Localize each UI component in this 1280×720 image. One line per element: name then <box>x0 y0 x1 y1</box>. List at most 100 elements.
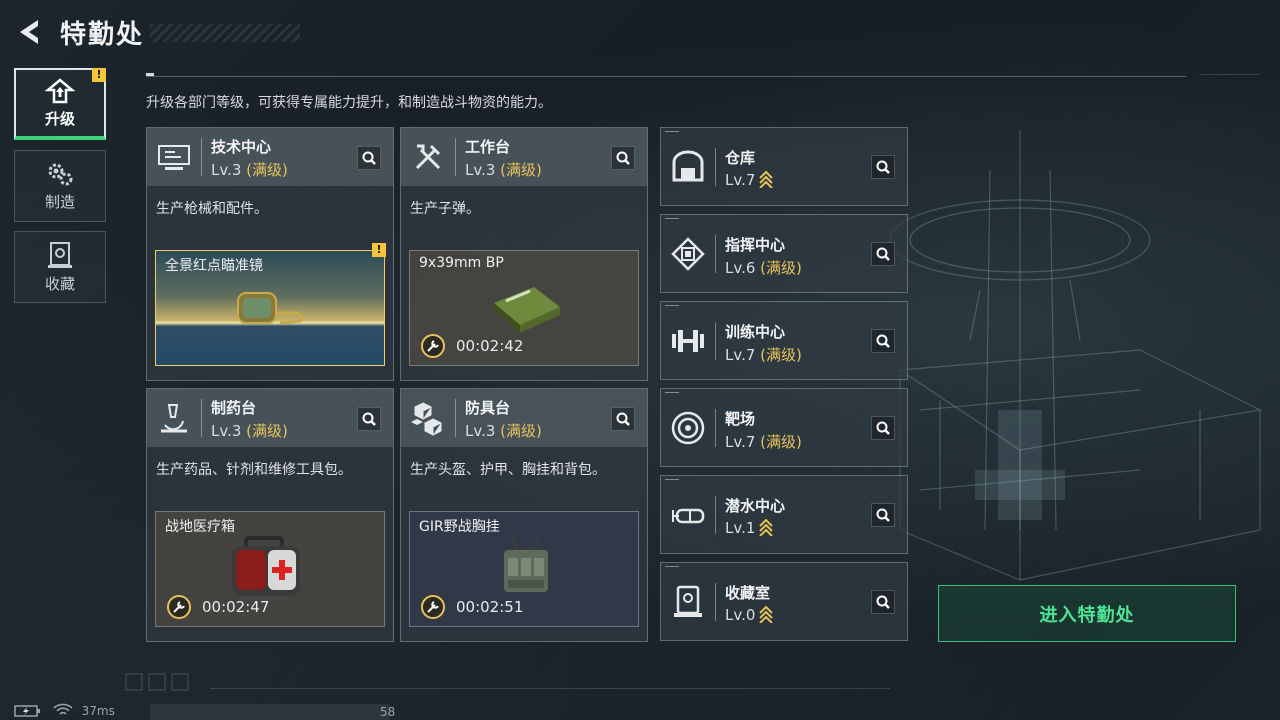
product-name: 战地医疗箱 <box>165 519 235 535</box>
wrench-timer-icon <box>421 595 445 619</box>
enter-special-ops-button[interactable]: 进入特勤处 <box>938 585 1236 642</box>
card-header: 防具台 Lv.3 (满级) <box>401 389 647 447</box>
department-card-tech-center[interactable]: 技术中心 Lv.3 (满级) 生产枪械和配件。 ! 全景红点瞄准镜 <box>146 127 394 381</box>
deco-squares <box>125 673 189 691</box>
search-button[interactable] <box>871 242 895 266</box>
search-button[interactable] <box>871 416 895 440</box>
search-button[interactable] <box>357 146 381 170</box>
magnifier-icon <box>876 160 890 174</box>
chip-icon <box>671 237 705 271</box>
wifi-icon <box>53 703 73 715</box>
decoration-line <box>210 688 890 689</box>
tools-icon <box>415 144 441 170</box>
search-button[interactable] <box>357 407 381 431</box>
medical-kit-image <box>232 536 300 596</box>
facility-level: Lv.7 <box>725 170 774 189</box>
facility-row-command-center[interactable]: 指挥中心 Lv.6 (满级) <box>660 214 908 293</box>
facility-level: Lv.0 <box>725 605 774 624</box>
production-timer: 00:02:47 <box>202 598 270 616</box>
row-marker <box>665 392 679 393</box>
maxed-label: (满级) <box>246 161 288 179</box>
magnifier-icon <box>876 508 890 522</box>
production-slot[interactable]: ! 全景红点瞄准镜 <box>155 243 386 366</box>
row-marker <box>665 566 679 567</box>
facility-name: 潜水中心 <box>725 497 786 515</box>
facility-row-warehouse[interactable]: 仓库 Lv.7 <box>660 127 908 206</box>
row-marker <box>665 305 679 306</box>
alert-badge: ! <box>372 243 386 257</box>
search-button[interactable] <box>611 407 635 431</box>
display-case-icon <box>674 585 702 617</box>
alert-badge: ! <box>92 68 106 82</box>
row-separator <box>715 496 716 534</box>
warehouse-icon <box>672 150 704 182</box>
row-marker <box>665 131 679 132</box>
nav-tab-collection[interactable]: 收藏 <box>14 231 106 303</box>
gears-icon <box>48 163 73 185</box>
ping-value: 37ms <box>81 704 115 718</box>
facility-row-shooting-range[interactable]: 靶场 Lv.7 (满级) <box>660 388 908 467</box>
magnifier-icon <box>876 421 890 435</box>
production-slot[interactable]: GIR野战胸挂 00:02:51 <box>409 511 639 627</box>
card-description: 生产头盔、护甲、胸挂和背包。 <box>410 462 606 478</box>
intro-text: 升级各部门等级，可获得专属能力提升，和制造战斗物资的能力。 <box>146 95 552 111</box>
search-button[interactable] <box>611 146 635 170</box>
card-header: 工作台 Lv.3 (满级) <box>401 128 647 186</box>
facility-level: Lv.7 (满级) <box>725 346 802 364</box>
production-slot[interactable]: 9x39mm BP 00:02:42 <box>409 250 639 366</box>
magnifier-icon <box>616 151 630 165</box>
magnifier-icon <box>876 334 890 348</box>
department-card-armor-bench[interactable]: 防具台 Lv.3 (满级) 生产头盔、护甲、胸挂和背包。 GIR野战胸挂 00:… <box>400 388 648 642</box>
magnifier-icon <box>876 247 890 261</box>
upgrade-icon <box>45 77 75 103</box>
red-dot-sight-image <box>237 292 302 325</box>
nav-tab-upgrade-label: 升级 <box>44 109 75 128</box>
maxed-label: (满级) <box>500 161 542 179</box>
facility-row-collection-room[interactable]: 收藏室 Lv.0 <box>660 562 908 641</box>
production-timer: 00:02:51 <box>456 598 524 616</box>
card-level: Lv.3 (满级) <box>211 422 288 440</box>
battery-icon <box>14 705 40 717</box>
fps-value: 58 <box>380 705 396 719</box>
card-title: 制药台 <box>211 399 257 417</box>
nav-tab-upgrade[interactable]: 升级 ! <box>14 68 106 140</box>
search-button[interactable] <box>871 329 895 353</box>
title-decoration <box>150 24 300 42</box>
card-title: 工作台 <box>465 138 511 156</box>
row-marker <box>665 218 679 219</box>
maxed-label: (满级) <box>246 422 288 440</box>
product-name: GIR野战胸挂 <box>419 519 500 535</box>
row-separator <box>715 583 716 621</box>
production-slot[interactable]: 战地医疗箱 00:02:47 <box>155 511 385 627</box>
facility-row-training-center[interactable]: 训练中心 Lv.7 (满级) <box>660 301 908 380</box>
department-card-pharmacy[interactable]: 制药台 Lv.3 (满级) 生产药品、针剂和维修工具包。 战地医疗箱 00:02… <box>146 388 394 642</box>
department-card-workbench[interactable]: 工作台 Lv.3 (满级) 生产子弹。 9x39mm BP 00:02:42 <box>400 127 648 381</box>
diving-mask-icon <box>672 508 705 524</box>
card-description: 生产药品、针剂和维修工具包。 <box>156 462 352 478</box>
card-separator <box>455 138 456 176</box>
facility-name: 仓库 <box>725 149 756 167</box>
search-button[interactable] <box>871 590 895 614</box>
facility-name: 收藏室 <box>725 584 771 602</box>
card-title: 技术中心 <box>211 138 272 156</box>
row-separator <box>715 235 716 273</box>
magnifier-icon <box>362 151 376 165</box>
card-separator <box>201 399 202 437</box>
ammo-box-image <box>494 287 560 333</box>
card-description: 生产枪械和配件。 <box>156 201 268 217</box>
background-structure-art <box>889 130 1262 581</box>
maxed-label: (满级) <box>500 422 542 440</box>
facility-level: Lv.1 <box>725 518 774 537</box>
wrench-timer-icon <box>167 595 191 619</box>
search-button[interactable] <box>871 503 895 527</box>
computer-icon <box>158 145 190 170</box>
product-name: 9x39mm BP <box>419 255 504 271</box>
facility-row-diving-center[interactable]: 潜水中心 Lv.1 <box>660 475 908 554</box>
wrench-timer-icon <box>421 334 445 358</box>
nav-tab-craft[interactable]: 制造 <box>14 150 106 222</box>
target-icon <box>671 411 705 445</box>
chest-rig-image <box>504 537 548 592</box>
search-button[interactable] <box>871 155 895 179</box>
back-arrow-icon[interactable] <box>14 16 46 48</box>
maxed-label: (满级) <box>760 259 802 277</box>
